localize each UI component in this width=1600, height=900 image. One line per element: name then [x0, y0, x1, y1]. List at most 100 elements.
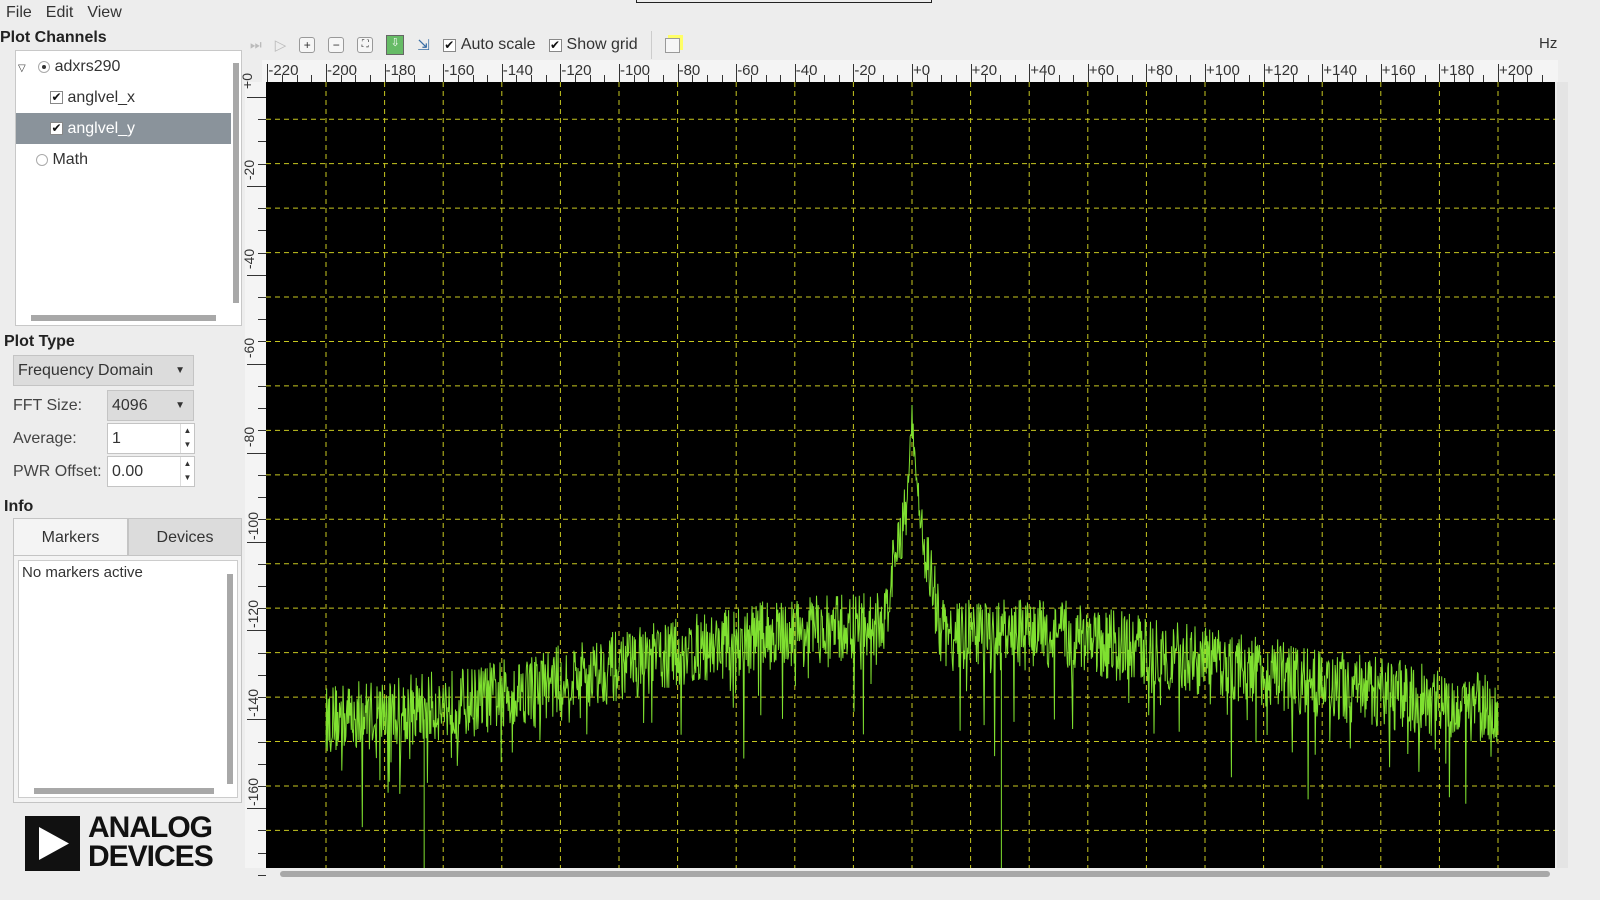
tree-device[interactable]: ▽ adxrs290 — [16, 51, 231, 82]
x-tick-label: -40 — [795, 62, 818, 79]
average-value: 1 — [112, 430, 121, 447]
expander-icon[interactable]: ▽ — [18, 63, 26, 74]
y-minor-tick — [258, 119, 266, 121]
zoom-in-icon[interactable]: + — [299, 37, 316, 53]
menu-view[interactable]: View — [87, 4, 121, 21]
x-minor-tick — [868, 75, 870, 82]
x-minor-tick — [457, 75, 459, 82]
device-radio[interactable] — [38, 60, 51, 73]
tree-math[interactable]: Math — [16, 144, 231, 175]
x-tick-label: -20 — [854, 62, 877, 79]
plot-type-select[interactable]: Frequency Domain ▼ — [13, 355, 194, 386]
x-minor-tick — [355, 75, 357, 82]
y-minor-tick — [258, 652, 266, 654]
menu-file[interactable]: File — [6, 4, 32, 21]
x-minor-tick — [1366, 75, 1368, 82]
toolbar-separator — [650, 31, 652, 59]
y-tick-label: -20 — [241, 159, 258, 181]
x-minor-tick — [721, 75, 723, 82]
x-minor-tick — [428, 75, 430, 82]
dropdown-arrow-icon: ▼ — [175, 365, 185, 376]
y-minor-tick — [258, 497, 266, 499]
spin-buttons[interactable]: ▲ ▼ — [180, 457, 194, 486]
y-minor-tick — [258, 341, 266, 343]
pwr-offset-spinner[interactable]: 0.00 ▲ ▼ — [107, 456, 195, 487]
math-radio[interactable] — [36, 153, 48, 166]
pwr-offset-value: 0.00 — [112, 463, 144, 480]
y-axis-ruler[interactable]: +0 -20 -40 -60 -80 -100 -120 -140 -160 — [239, 73, 266, 876]
checkbox[interactable]: ✔ — [50, 91, 63, 105]
x-minor-tick — [1410, 75, 1412, 82]
x-minor-tick — [1234, 75, 1236, 82]
x-minor-tick — [575, 75, 577, 82]
device-label: adxrs290 — [54, 58, 121, 75]
x-tick-label: -220 — [268, 62, 299, 79]
x-minor-tick — [692, 75, 694, 82]
x-axis-ruler[interactable]: -220 -200 -180 -160 -140 -120 -100 -80 -60 -40 -20… — [262, 60, 1558, 82]
x-minor-tick — [1278, 75, 1280, 82]
horizontal-scrollbar[interactable] — [34, 788, 214, 794]
x-minor-tick — [282, 75, 284, 82]
plot-channels-title: Plot Channels — [0, 29, 107, 46]
channel-anglvel-x[interactable]: ✔ anglvel_x — [16, 82, 231, 113]
y-tick — [247, 719, 266, 721]
y-minor-tick — [258, 319, 266, 321]
horizontal-scrollbar[interactable] — [31, 315, 216, 321]
x-minor-tick — [897, 75, 899, 82]
x-tick-label: -180 — [385, 62, 416, 79]
y-tick-label: -40 — [241, 248, 258, 269]
spin-buttons[interactable]: ▲ ▼ — [180, 424, 194, 453]
x-tick-label: -120 — [561, 62, 592, 79]
pwr-offset-label: PWR Offset: — [13, 463, 102, 480]
x-minor-tick — [1248, 75, 1250, 82]
auto-scale-label: Auto scale — [460, 36, 536, 53]
x-minor-tick — [633, 75, 635, 82]
plot-horizontal-scrollbar[interactable] — [280, 871, 1550, 877]
fit-icon[interactable]: ⛶ — [357, 37, 374, 53]
y-minor-tick — [258, 408, 266, 410]
plot-type-title: Plot Type — [4, 333, 75, 350]
plot-type-value: Frequency Domain — [18, 362, 154, 379]
checkbox[interactable]: ✔ — [50, 122, 63, 136]
vertical-scrollbar[interactable] — [227, 574, 233, 784]
vertical-scrollbar[interactable] — [233, 63, 239, 303]
x-minor-tick — [296, 75, 298, 82]
y-tick-label: -120 — [245, 600, 262, 629]
auto-scale-checkbox[interactable]: ✔ — [442, 38, 456, 52]
x-minor-tick — [531, 75, 533, 82]
channel-anglvel-y[interactable]: ✔ anglvel_y — [16, 113, 231, 144]
x-minor-tick — [1527, 75, 1529, 82]
x-minor-tick — [487, 75, 489, 82]
x-minor-tick — [750, 75, 752, 82]
y-tick — [247, 452, 266, 454]
skip-icon[interactable]: ⏭ — [250, 37, 262, 53]
fft-size-select[interactable]: 4096 ▼ — [107, 390, 194, 421]
x-minor-tick — [311, 75, 313, 82]
play-icon[interactable]: ▷ — [275, 36, 287, 54]
plot-vertical-scrollbar[interactable] — [1557, 82, 1568, 868]
zoom-out-icon[interactable]: − — [328, 37, 345, 53]
y-tick — [247, 630, 266, 632]
x-minor-tick — [1073, 75, 1075, 82]
export-icon[interactable]: ⇲ — [417, 36, 430, 54]
x-minor-tick — [838, 75, 840, 82]
show-grid-checkbox[interactable]: ✔ — [548, 38, 562, 52]
menu-edit[interactable]: Edit — [46, 4, 74, 21]
average-spinner[interactable]: 1 ▲ ▼ — [107, 423, 195, 454]
x-unit-label: Hz — [1539, 35, 1558, 52]
y-minor-tick — [258, 674, 266, 676]
y-minor-tick — [258, 563, 266, 565]
show-grid-label: Show grid — [566, 36, 638, 53]
tab-markers[interactable]: Markers — [13, 518, 128, 556]
capture-icon[interactable]: ⇩ — [386, 35, 405, 55]
x-minor-tick — [985, 75, 987, 82]
x-tick-label: -80 — [678, 62, 701, 79]
spectrum-plot[interactable] — [266, 82, 1555, 868]
x-minor-tick — [1351, 75, 1353, 82]
analog-devices-logo: ANALOG DEVICES — [25, 813, 214, 876]
x-minor-tick — [1058, 75, 1060, 82]
y-tick-label: -140 — [245, 689, 262, 718]
channel-tree: ▽ adxrs290 ✔ anglvel_x ✔ anglvel_y Math — [15, 50, 242, 326]
tab-devices[interactable]: Devices — [128, 518, 242, 556]
new-window-icon[interactable] — [664, 37, 680, 53]
